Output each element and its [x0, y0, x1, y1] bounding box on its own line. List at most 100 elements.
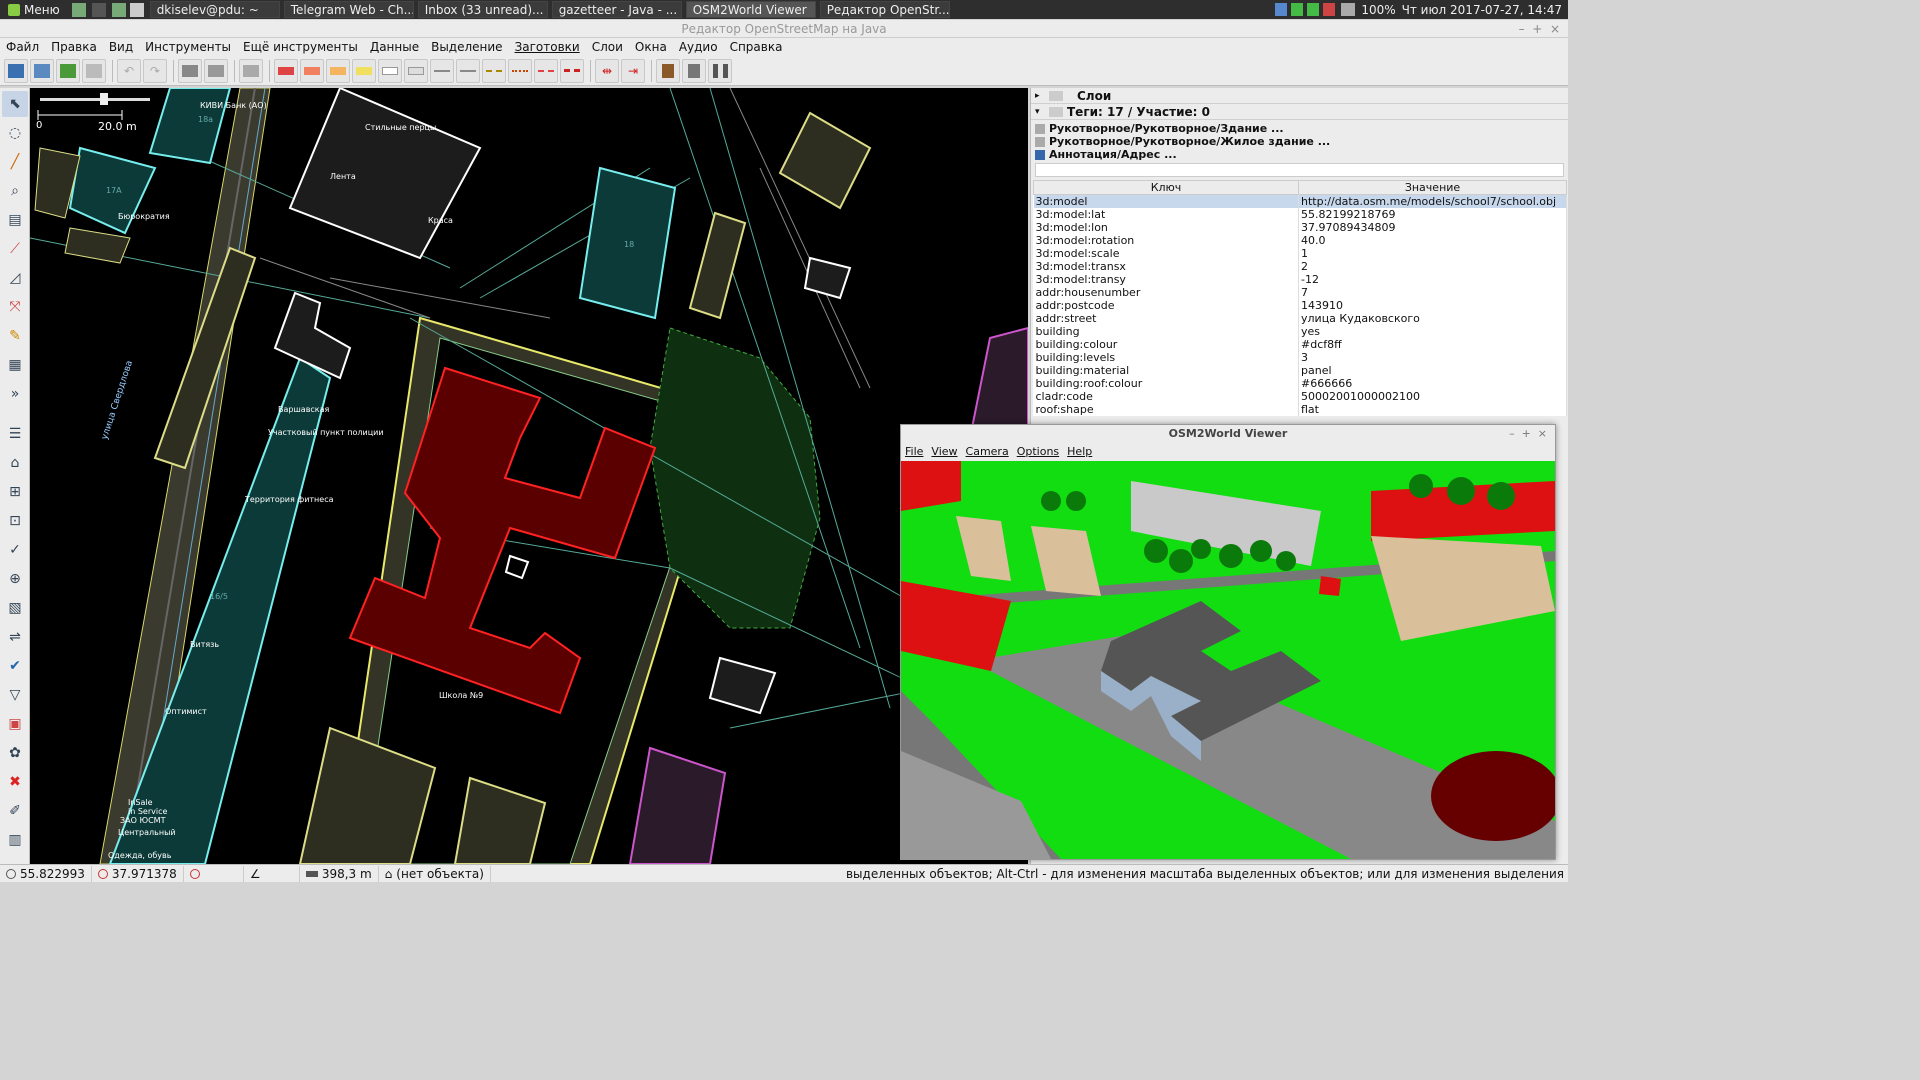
tag-row[interactable]: 3d:model:lon 37.97089434809: [1033, 221, 1567, 234]
tag-row[interactable]: addr:housenumber 7: [1033, 286, 1567, 299]
building[interactable]: [273, 291, 352, 380]
error-icon[interactable]: ✖: [2, 769, 28, 795]
preset-peach-icon[interactable]: [326, 58, 350, 83]
upload-icon[interactable]: [82, 58, 106, 83]
tag-key[interactable]: building:material: [1033, 364, 1299, 377]
download-icon[interactable]: [56, 58, 80, 83]
tag-value[interactable]: 3: [1298, 351, 1567, 364]
preset-barrier-icon[interactable]: ⇹: [595, 58, 619, 83]
relations-toggle-icon[interactable]: ⊞: [2, 479, 28, 505]
tag-row[interactable]: building:material panel: [1033, 364, 1567, 377]
zoom-tool-icon[interactable]: ⌕: [2, 178, 28, 204]
tag-key[interactable]: 3d:model:transy: [1033, 273, 1299, 286]
tag-key[interactable]: roof:shape: [1033, 403, 1299, 416]
task-telegram[interactable]: Telegram Web - Ch...: [283, 1, 414, 18]
menu-tools[interactable]: Инструменты: [139, 40, 237, 54]
task-gazetteer[interactable]: gazetteer - Java - ...: [551, 1, 682, 18]
tag-key[interactable]: 3d:model:scale: [1033, 247, 1299, 260]
preset-line-icon[interactable]: [430, 58, 454, 83]
preset-line2-icon[interactable]: [456, 58, 480, 83]
pencil-tool-icon[interactable]: ✎: [2, 323, 28, 349]
tag-key[interactable]: building:colour: [1033, 338, 1299, 351]
tag-key[interactable]: 3d:model:rotation: [1033, 234, 1299, 247]
menu-layers[interactable]: Слои: [586, 40, 629, 54]
tag-row[interactable]: cladr:code 50002001000002100: [1033, 390, 1567, 403]
menu-windows[interactable]: Окна: [629, 40, 673, 54]
layers-panel-header[interactable]: ▸ Слои: [1031, 88, 1568, 104]
menu-data[interactable]: Данные: [364, 40, 425, 54]
tag-row[interactable]: addr:postcode 143910: [1033, 299, 1567, 312]
tag-row[interactable]: building yes: [1033, 325, 1567, 338]
tag-value[interactable]: 7: [1298, 286, 1567, 299]
tag-key[interactable]: addr:housenumber: [1033, 286, 1299, 299]
tag-value[interactable]: 1: [1298, 247, 1567, 260]
menu-audio[interactable]: Аудио: [673, 40, 724, 54]
building-tool-icon[interactable]: ▦: [2, 352, 28, 378]
more-tools-icon[interactable]: »: [2, 381, 28, 407]
collapse-icon[interactable]: ▾: [1035, 107, 1045, 117]
preset-dashed-icon[interactable]: [482, 58, 506, 83]
open-url-icon[interactable]: [30, 58, 54, 83]
window-controls[interactable]: – + ×: [1519, 20, 1560, 38]
preset-link[interactable]: Аннотация/Адрес ...: [1031, 148, 1568, 161]
lasso-tool-icon[interactable]: ◌: [2, 120, 28, 146]
tag-value[interactable]: 55.82199218769: [1298, 208, 1567, 221]
osm-menu-camera[interactable]: Camera: [962, 445, 1013, 458]
undo-icon[interactable]: ↶: [117, 58, 141, 83]
tag-key[interactable]: building: [1033, 325, 1299, 338]
tag-row[interactable]: 3d:model:scale 1: [1033, 247, 1567, 260]
map-view[interactable]: 0 20.0 m КИВИ Банк (АО) Стильные перцы Л…: [30, 88, 1028, 864]
tag-key[interactable]: 3d:model:transx: [1033, 260, 1299, 273]
tags-toggle-icon[interactable]: ⌂: [2, 450, 28, 476]
changeset-icon[interactable]: ⇌: [2, 624, 28, 650]
building[interactable]: [803, 256, 852, 300]
column-header-value[interactable]: Значение: [1298, 180, 1567, 195]
imagery-icon[interactable]: ▧: [2, 595, 28, 621]
building[interactable]: [778, 111, 872, 210]
preset-gate-icon[interactable]: ⇥: [621, 58, 645, 83]
tag-key[interactable]: addr:postcode: [1033, 299, 1299, 312]
3d-scene[interactable]: [901, 461, 1555, 859]
menu-presets[interactable]: Заготовки: [509, 40, 586, 54]
history-icon[interactable]: ✓: [2, 537, 28, 563]
preset-link[interactable]: Рукотворное/Рукотворное/Жилое здание ...: [1031, 135, 1568, 148]
tag-key[interactable]: cladr:code: [1033, 390, 1299, 403]
tag-row[interactable]: 3d:model:lat 55.82199218769: [1033, 208, 1567, 221]
building[interactable]: [708, 656, 777, 715]
expand-icon[interactable]: ▸: [1035, 91, 1045, 101]
preset-gray-icon[interactable]: [404, 58, 428, 83]
delete-tool-icon[interactable]: ▤: [2, 207, 28, 233]
3d-viewport[interactable]: [901, 461, 1555, 859]
tag-key[interactable]: 3d:model:lat: [1033, 208, 1299, 221]
tag-row[interactable]: roof:shape flat: [1033, 403, 1567, 416]
tag-row[interactable]: addr:street улица Кудаковского: [1033, 312, 1567, 325]
menu-more-tools[interactable]: Ещё инструменты: [237, 40, 364, 54]
improve-way-icon[interactable]: ⟋: [2, 236, 28, 262]
tag-row[interactable]: building:levels 3: [1033, 351, 1567, 364]
menu-file[interactable]: Файл: [0, 40, 45, 54]
tag-key[interactable]: 3d:model: [1033, 194, 1299, 208]
tag-value[interactable]: panel: [1298, 364, 1567, 377]
layer-icon[interactable]: [239, 58, 263, 83]
preset-dotted-icon[interactable]: [508, 58, 532, 83]
selection-list-icon[interactable]: ⊡: [2, 508, 28, 534]
tag-row[interactable]: 3d:model:rotation 40.0: [1033, 234, 1567, 247]
split-tool-icon[interactable]: ⤧: [2, 294, 28, 320]
preferences-icon[interactable]: [178, 58, 202, 83]
preset-red-icon[interactable]: [274, 58, 298, 83]
tag-value[interactable]: 143910: [1298, 299, 1567, 312]
redo-icon[interactable]: ↷: [143, 58, 167, 83]
tag-value[interactable]: #666666: [1298, 377, 1567, 390]
building-lenta[interactable]: [288, 88, 482, 260]
task-osm2world[interactable]: OSM2World Viewer: [685, 1, 816, 18]
building[interactable]: [64, 227, 131, 264]
select-tool-icon[interactable]: ⬉: [2, 91, 28, 117]
tags-panel-header[interactable]: ▾ Теги: 17 / Участие: 0: [1031, 104, 1568, 120]
preset-rail-icon[interactable]: [560, 58, 584, 83]
filter-icon[interactable]: ▽: [2, 682, 28, 708]
task-inbox[interactable]: Inbox (33 unread)...: [417, 1, 548, 18]
tag-row[interactable]: 3d:model:transx 2: [1033, 260, 1567, 273]
column-header-key[interactable]: Ключ: [1033, 180, 1299, 195]
osm-menu-options[interactable]: Options: [1013, 445, 1063, 458]
notes-icon[interactable]: ▣: [2, 711, 28, 737]
